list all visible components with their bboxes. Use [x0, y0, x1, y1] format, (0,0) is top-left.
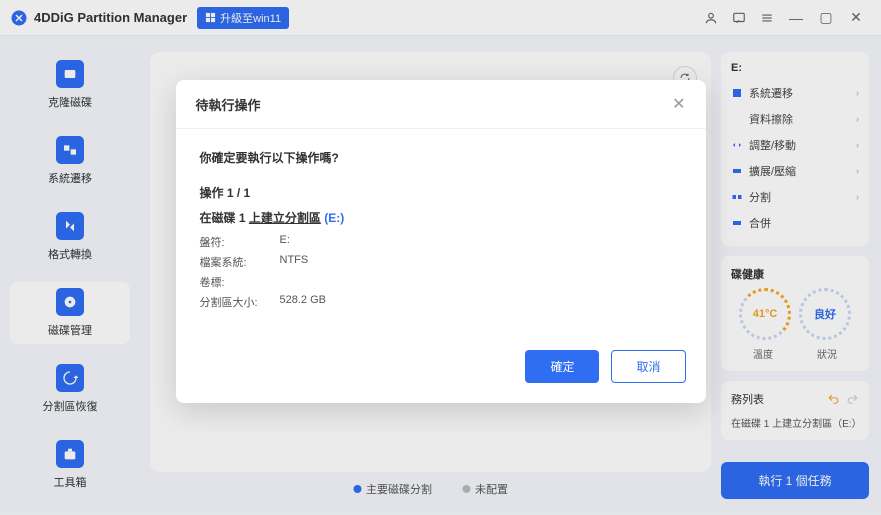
op-size-row: 分割區大小:528.2 GB — [200, 294, 682, 310]
op-fs-row: 檔案系統:NTFS — [200, 254, 682, 270]
op-title: 在磁碟 1 上建立分割區 (E:) — [200, 209, 682, 226]
modal-backdrop: 待執行操作 ✕ 你確定要執行以下操作嗎? 操作 1 / 1 在磁碟 1 上建立分… — [0, 0, 881, 515]
modal-close-button[interactable]: ✕ — [672, 94, 685, 114]
modal-question: 你確定要執行以下操作嗎? — [200, 149, 682, 166]
op-drive-row: 盤符:E: — [200, 234, 682, 250]
op-label-row: 卷標: — [200, 274, 682, 290]
cancel-button[interactable]: 取消 — [611, 350, 685, 383]
op-count: 操作 1 / 1 — [200, 184, 682, 201]
confirm-modal: 待執行操作 ✕ 你確定要執行以下操作嗎? 操作 1 / 1 在磁碟 1 上建立分… — [176, 80, 706, 403]
confirm-button[interactable]: 確定 — [525, 350, 599, 383]
modal-title: 待執行操作 — [196, 95, 261, 114]
